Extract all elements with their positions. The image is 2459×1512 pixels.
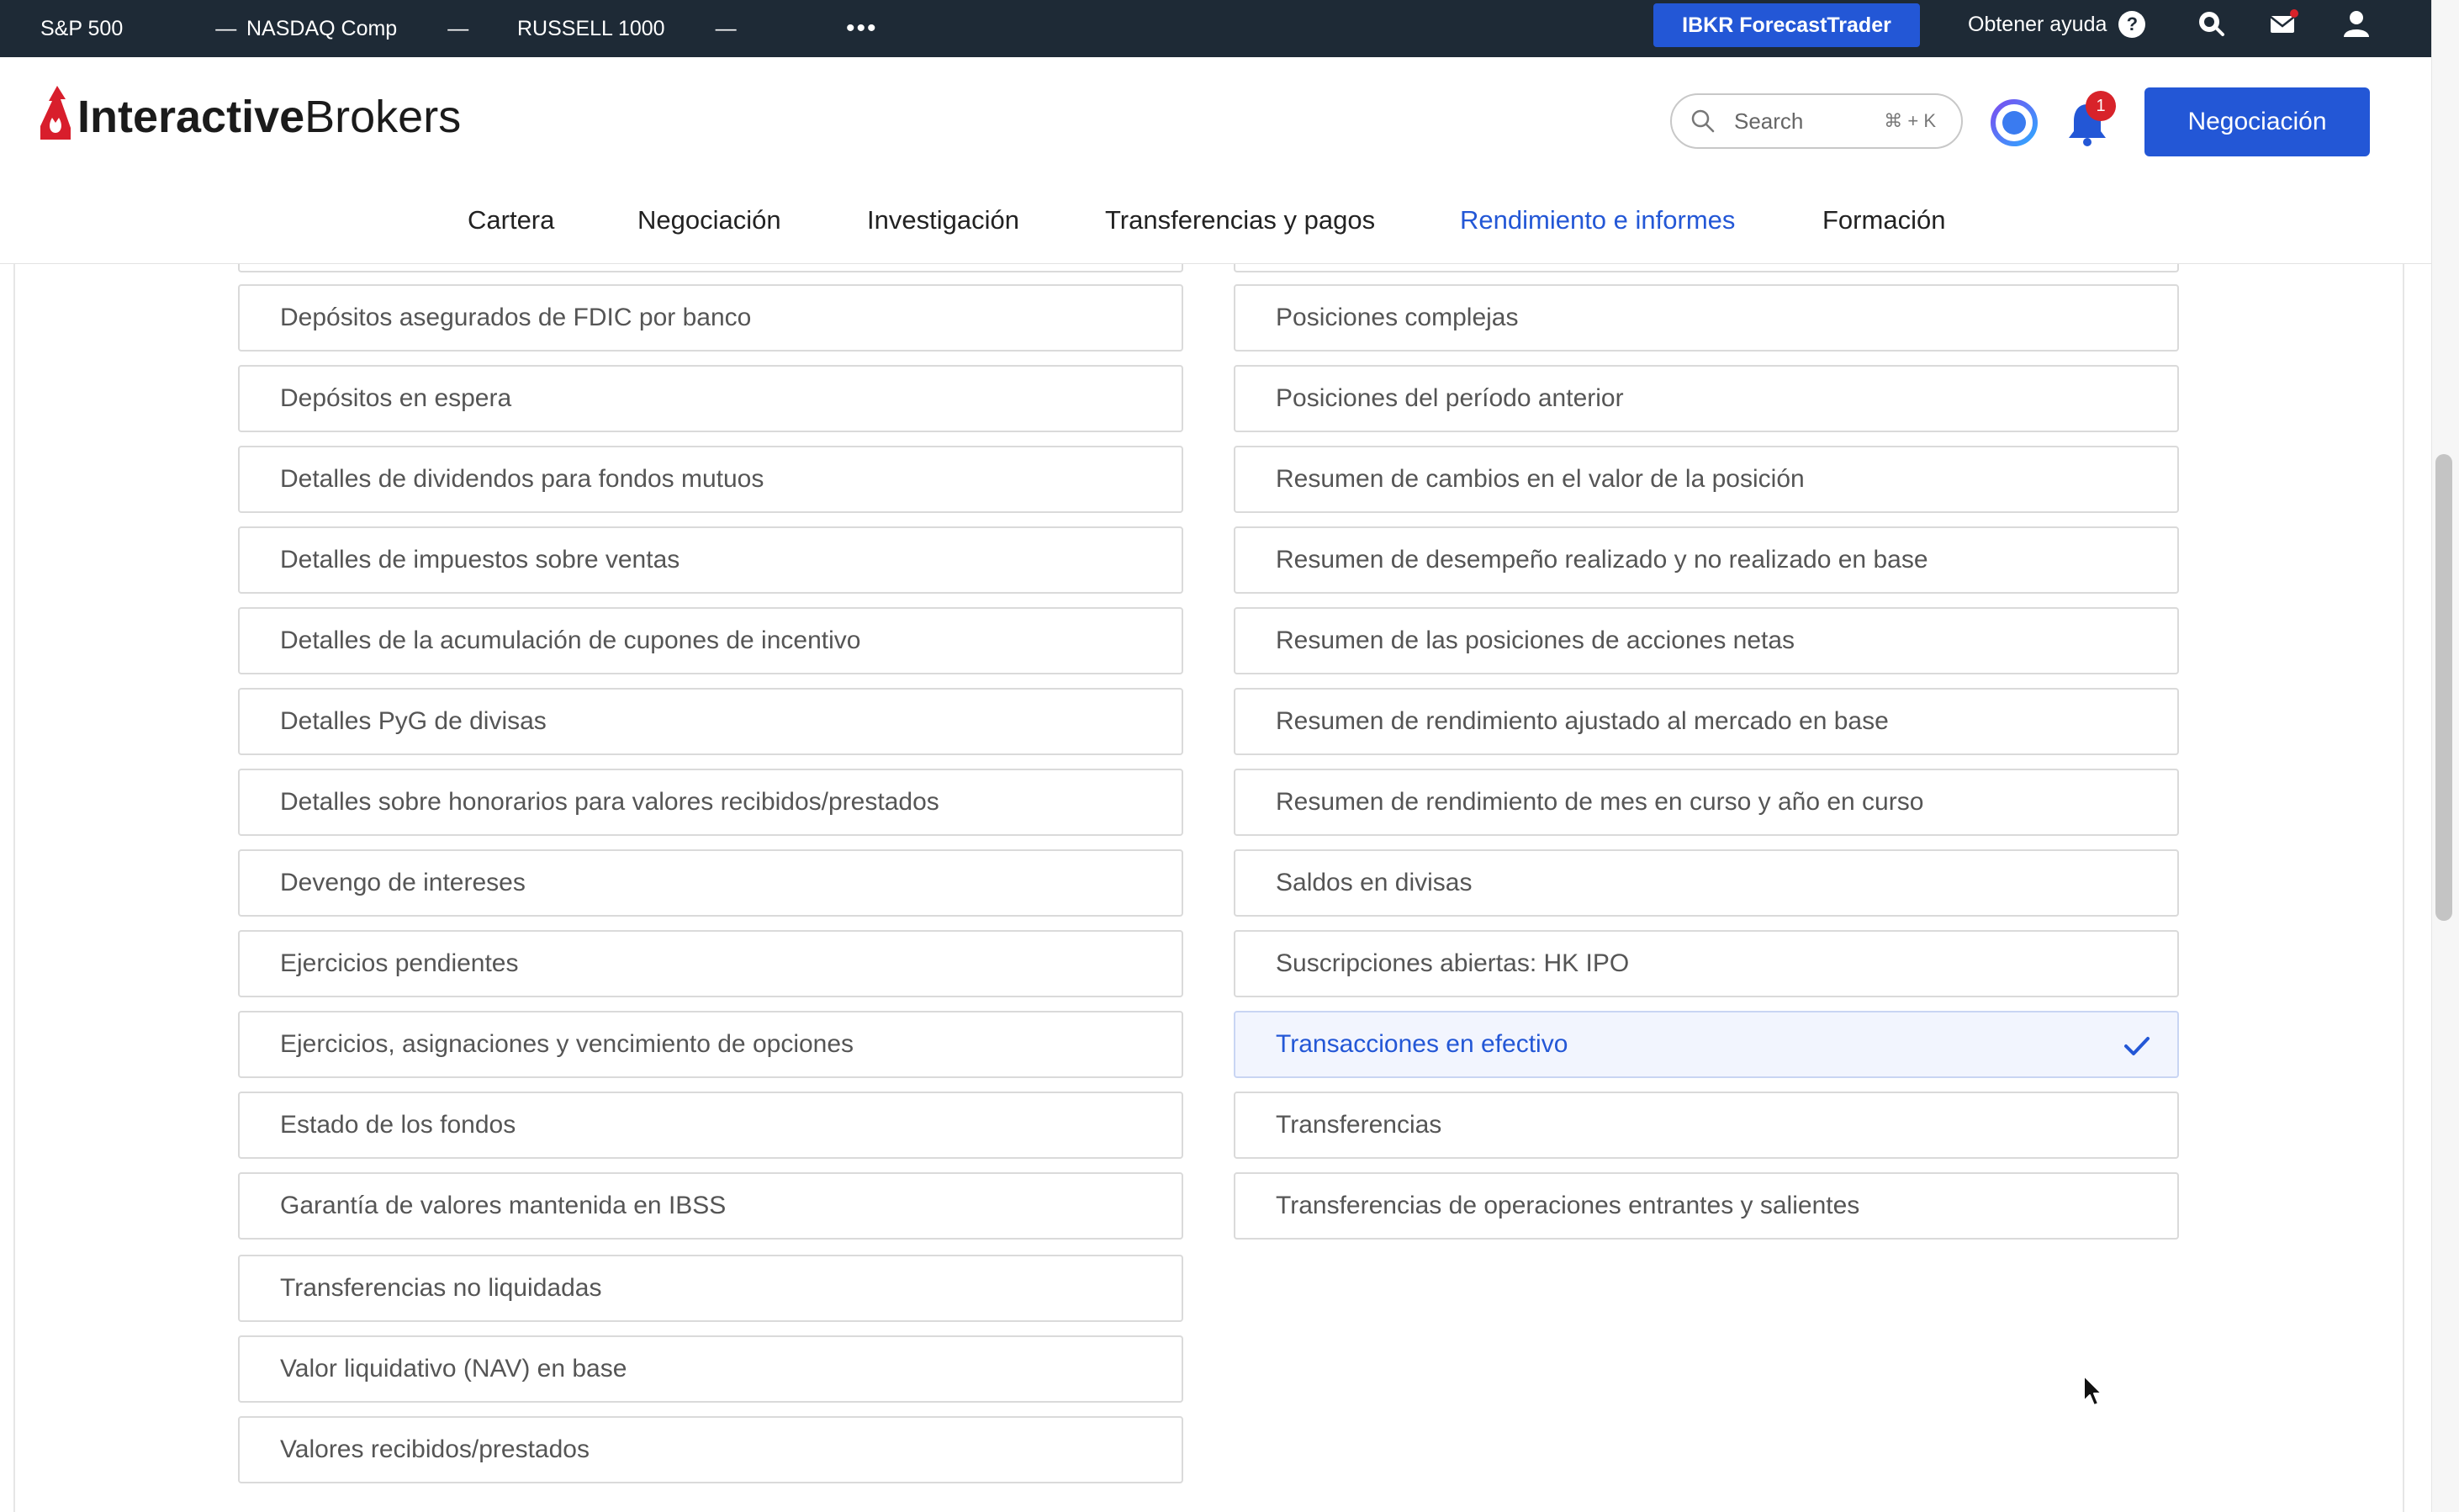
report-option[interactable]: Posiciones del período anterior <box>1234 365 2179 432</box>
report-option-label: Saldos en divisas <box>1276 869 1473 896</box>
list-item-partial[interactable] <box>1234 264 2179 272</box>
report-option[interactable]: Ejercicios, asignaciones y vencimiento d… <box>238 1011 1183 1078</box>
logo-text: InteractiveBrokers <box>77 91 461 143</box>
nav-item-cartera[interactable]: Cartera <box>468 205 554 235</box>
chat-icon[interactable] <box>2195 8 2225 39</box>
scrollbar-thumb[interactable] <box>2435 454 2452 921</box>
logo-text-regular: Brokers <box>304 92 462 142</box>
report-option[interactable]: Transferencias <box>1234 1092 2179 1159</box>
report-option-label: Transferencias no liquidadas <box>280 1274 602 1302</box>
list-item-partial[interactable] <box>238 264 1183 272</box>
ticker-name: RUSSELL 1000 <box>517 16 665 40</box>
nav-item-rendimiento-e-informes[interactable]: Rendimiento e informes <box>1460 205 1735 235</box>
report-option-label: Detalles de dividendos para fondos mutuo… <box>280 465 764 493</box>
report-option-label: Resumen de cambios en el valor de la pos… <box>1276 465 1805 493</box>
report-option[interactable]: Valores recibidos/prestados <box>238 1416 1183 1483</box>
help-link[interactable]: Obtener ayuda ? <box>1968 0 2146 49</box>
ibot-assistant-icon[interactable] <box>1989 98 2039 148</box>
report-option-label: Resumen de rendimiento ajustado al merca… <box>1276 707 1889 735</box>
logo-flame-icon <box>40 86 71 140</box>
report-option[interactable]: Detalles sobre honorarios para valores r… <box>238 769 1183 836</box>
report-option-label: Depósitos asegurados de FDIC por banco <box>280 304 752 331</box>
report-option[interactable]: Detalles de la acumulación de cupones de… <box>238 607 1183 674</box>
report-option[interactable]: Posiciones complejas <box>1234 284 2179 352</box>
market-ticker-bar: S&P 500 — NASDAQ Comp — RUSSELL 1000 — •… <box>0 0 2431 57</box>
ticker-value: — <box>447 16 469 40</box>
main-navigation: Cartera Negociación Investigación Transf… <box>0 205 2431 256</box>
search-shortcut: ⌘ + K <box>1884 110 1936 131</box>
report-option-label: Suscripciones abiertas: HK IPO <box>1276 949 1630 977</box>
help-label: Obtener ayuda <box>1968 12 2107 36</box>
report-option-label: Estado de los fondos <box>280 1111 516 1139</box>
report-option-label: Detalles sobre honorarios para valores r… <box>280 788 939 816</box>
report-option[interactable]: Transferencias de operaciones entrantes … <box>1234 1172 2179 1240</box>
report-option-selected[interactable]: Transacciones en efectivo <box>1234 1011 2179 1078</box>
notification-count-badge: 1 <box>2086 91 2116 121</box>
report-option-label: Detalles de la acumulación de cupones de… <box>280 626 861 654</box>
report-option[interactable]: Detalles PyG de divisas <box>238 688 1183 755</box>
mail-icon[interactable] <box>2268 8 2298 39</box>
interactive-brokers-logo[interactable]: InteractiveBrokers <box>39 86 461 143</box>
report-option[interactable]: Valor liquidativo (NAV) en base <box>238 1335 1183 1403</box>
main-header: InteractiveBrokers Search ⌘ + K 1 Negoci… <box>0 57 2431 264</box>
report-option-label: Transferencias de operaciones entrantes … <box>1276 1192 1860 1219</box>
report-option[interactable]: Resumen de rendimiento ajustado al merca… <box>1234 688 2179 755</box>
trade-button[interactable]: Negociación <box>2144 87 2370 156</box>
report-option[interactable]: Saldos en divisas <box>1234 849 2179 917</box>
checkmark-icon <box>2124 1037 2150 1055</box>
report-option[interactable]: Depósitos asegurados de FDIC por banco <box>238 284 1183 352</box>
report-option-label: Valor liquidativo (NAV) en base <box>280 1355 627 1382</box>
report-option[interactable]: Garantía de valores mantenida en IBSS <box>238 1172 1183 1240</box>
report-option-label: Resumen de rendimiento de mes en curso y… <box>1276 788 1924 816</box>
report-option-label: Depósitos en espera <box>280 384 512 412</box>
report-option-label: Devengo de intereses <box>280 869 526 896</box>
report-option-label: Valores recibidos/prestados <box>280 1435 590 1463</box>
report-option-label: Resumen de las posiciones de acciones ne… <box>1276 626 1795 654</box>
nav-item-negociacion[interactable]: Negociación <box>637 205 781 235</box>
search-input[interactable]: Search ⌘ + K <box>1670 93 1963 149</box>
report-option[interactable]: Detalles de dividendos para fondos mutuo… <box>238 446 1183 513</box>
report-option[interactable]: Resumen de desempeño realizado y no real… <box>1234 526 2179 594</box>
report-option-label: Transacciones en efectivo <box>1276 1030 1568 1058</box>
report-option[interactable]: Depósitos en espera <box>238 365 1183 432</box>
report-option-label: Posiciones complejas <box>1276 304 1519 331</box>
logo-text-bold: Interactive <box>77 92 305 142</box>
ticker-item[interactable]: S&P 500 — <box>40 0 236 57</box>
report-option[interactable]: Transferencias no liquidadas <box>238 1255 1183 1322</box>
report-option-label: Detalles de impuestos sobre ventas <box>280 546 680 574</box>
help-icon: ? <box>2118 11 2146 38</box>
report-option-label: Ejercicios pendientes <box>280 949 519 977</box>
report-option[interactable]: Detalles de impuestos sobre ventas <box>238 526 1183 594</box>
ticker-item[interactable]: NASDAQ Comp — <box>246 0 468 57</box>
ticker-value: — <box>215 16 237 40</box>
ticker-value: — <box>715 16 737 40</box>
user-icon[interactable] <box>2341 8 2372 39</box>
search-icon <box>1691 109 1715 133</box>
report-option[interactable]: Estado de los fondos <box>238 1092 1183 1159</box>
report-option-label: Detalles PyG de divisas <box>280 707 547 735</box>
nav-item-investigacion[interactable]: Investigación <box>867 205 1019 235</box>
report-option-label: Transferencias <box>1276 1111 1442 1139</box>
report-option-label: Resumen de desempeño realizado y no real… <box>1276 546 1928 574</box>
ticker-item[interactable]: RUSSELL 1000 — <box>517 0 737 57</box>
report-option[interactable]: Resumen de las posiciones de acciones ne… <box>1234 607 2179 674</box>
report-option-label: Ejercicios, asignaciones y vencimiento d… <box>280 1030 854 1058</box>
report-option[interactable]: Ejercicios pendientes <box>238 930 1183 997</box>
mouse-cursor-icon <box>2083 1375 2102 1406</box>
forecasttrader-button[interactable]: IBKR ForecastTrader <box>1653 3 1920 47</box>
report-option[interactable]: Suscripciones abiertas: HK IPO <box>1234 930 2179 997</box>
report-option-label: Garantía de valores mantenida en IBSS <box>280 1192 727 1219</box>
more-tickers-button[interactable]: ••• <box>846 14 878 43</box>
nav-item-formacion[interactable]: Formación <box>1822 205 1945 235</box>
report-option[interactable]: Devengo de intereses <box>238 849 1183 917</box>
nav-item-transferencias-y-pagos[interactable]: Transferencias y pagos <box>1105 205 1375 235</box>
report-option-label: Posiciones del período anterior <box>1276 384 1624 412</box>
report-option[interactable]: Resumen de rendimiento de mes en curso y… <box>1234 769 2179 836</box>
search-placeholder: Search <box>1734 108 1804 134</box>
ticker-name: NASDAQ Comp <box>246 16 398 40</box>
ticker-name: S&P 500 <box>40 16 124 40</box>
report-option[interactable]: Resumen de cambios en el valor de la pos… <box>1234 446 2179 513</box>
